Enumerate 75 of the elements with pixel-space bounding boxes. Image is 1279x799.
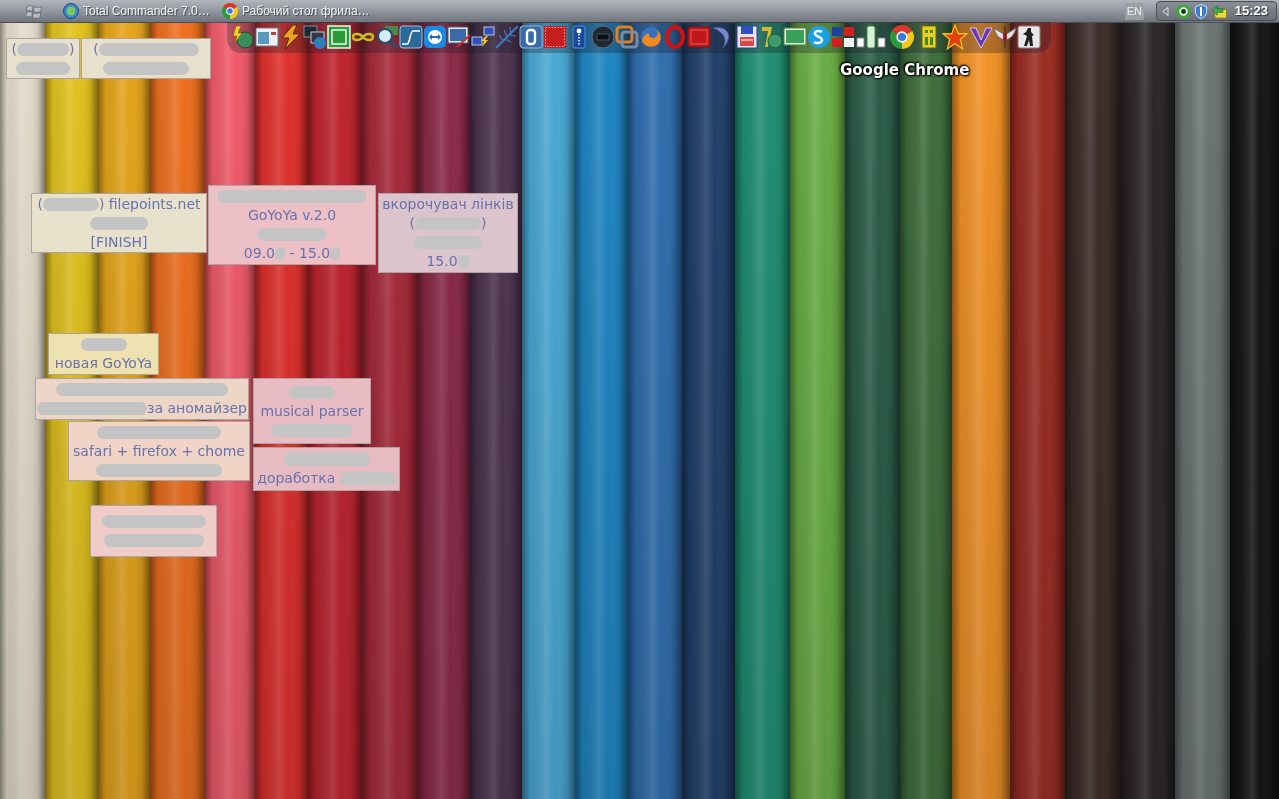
squares-icon[interactable] [615, 24, 639, 50]
tile-icon[interactable] [543, 24, 567, 50]
monitor-icon[interactable] [447, 24, 471, 50]
redaction-mark [257, 228, 327, 241]
figure-icon[interactable] [1017, 24, 1041, 50]
redaction-mark [17, 42, 69, 56]
redaction-mark [90, 216, 148, 230]
sticky-note[interactable]: вкорочувач лінків ( ) 15.0 [378, 193, 518, 273]
note-text: ( [37, 194, 43, 214]
note-text: 09.0 [243, 244, 275, 263]
wheel-icon [222, 3, 238, 19]
note-text: [FINISH] [90, 232, 148, 252]
tile-icon[interactable] [519, 24, 543, 50]
redaction-mark [339, 472, 396, 485]
sticky-note[interactable]: новая GoYoYa [48, 333, 159, 375]
ring-icon[interactable] [1176, 3, 1191, 19]
clock: 15:23 [1234, 2, 1268, 21]
wave-icon[interactable] [399, 24, 423, 50]
lightning-icon[interactable] [279, 24, 303, 50]
globe-icon[interactable] [639, 24, 663, 50]
bolt-circle-icon[interactable] [231, 24, 255, 50]
tile-icon[interactable] [687, 24, 711, 50]
note-text: ) [481, 214, 487, 233]
arrow-icon[interactable] [1211, 3, 1229, 19]
note-text: musical parser [260, 401, 364, 421]
sticky-note[interactable]: доработка [253, 447, 400, 491]
sticky-note[interactable]: ( ) filepoints.net [FINISH] [31, 193, 207, 253]
note-text: доработка [257, 469, 337, 488]
note-text: за аномайзер [147, 399, 247, 418]
redaction-mark [457, 255, 470, 268]
shield-icon[interactable] [1194, 3, 1208, 19]
note-text: 15.0 [426, 252, 458, 271]
blocks-icon[interactable] [831, 24, 855, 50]
taskbar-button[interactable]: Total Commander 7.0… [59, 1, 218, 21]
feather-icon[interactable] [495, 24, 519, 50]
search-icon[interactable] [375, 24, 399, 50]
note-text: новая GoYoYa [54, 354, 153, 373]
note-text: ) [69, 39, 75, 59]
caret-icon[interactable] [1162, 6, 1169, 16]
wings-icon[interactable] [993, 24, 1017, 50]
redaction-mark [288, 385, 336, 399]
language-indicator[interactable]: EN [1124, 2, 1144, 20]
note-text: ) filepoints.net [98, 194, 201, 214]
sticky-note[interactable]: musical parser [253, 378, 371, 444]
sticky-note[interactable]: safari + firefox + chome [68, 421, 250, 481]
note-text: GoYoYa v.2.0 [247, 206, 337, 225]
disc-icon [63, 3, 79, 19]
star-icon[interactable] [941, 24, 969, 50]
bars-icon[interactable] [855, 24, 887, 50]
sticky-note[interactable]: ( ) [6, 38, 80, 79]
wheel-icon[interactable] [887, 24, 917, 50]
redaction-mark [42, 197, 99, 211]
window-icon[interactable] [255, 24, 279, 50]
circle-icon[interactable] [591, 24, 615, 50]
note-text: ( [93, 39, 99, 59]
note-text: safari + firefox + chome [73, 441, 245, 461]
redaction-mark [415, 217, 481, 230]
computer-icon[interactable] [303, 24, 327, 50]
note-text: ( [11, 39, 17, 59]
hook-circle-icon[interactable] [759, 24, 783, 50]
redaction-mark [330, 247, 341, 260]
redaction-mark [275, 247, 285, 260]
redaction-mark [80, 338, 127, 351]
v-shape-icon[interactable] [969, 24, 993, 50]
sticky-note[interactable]: GoYoYa v.2.0 09.0 - 15.0 [208, 185, 376, 265]
note-text: ( [409, 214, 415, 233]
note-text: вкорочувач лінків [382, 195, 514, 214]
redaction-mark [414, 236, 482, 249]
flag-icon [26, 3, 42, 19]
sticky-note[interactable]: за аномайзер [35, 378, 249, 420]
taskbar-button[interactable]: Рабочий стол фрила… [218, 1, 377, 21]
circle-icon[interactable] [807, 24, 831, 50]
sticky-note[interactable]: ( [81, 38, 211, 79]
redaction-mark [16, 61, 70, 75]
note-text: - 15.0 [288, 244, 331, 263]
